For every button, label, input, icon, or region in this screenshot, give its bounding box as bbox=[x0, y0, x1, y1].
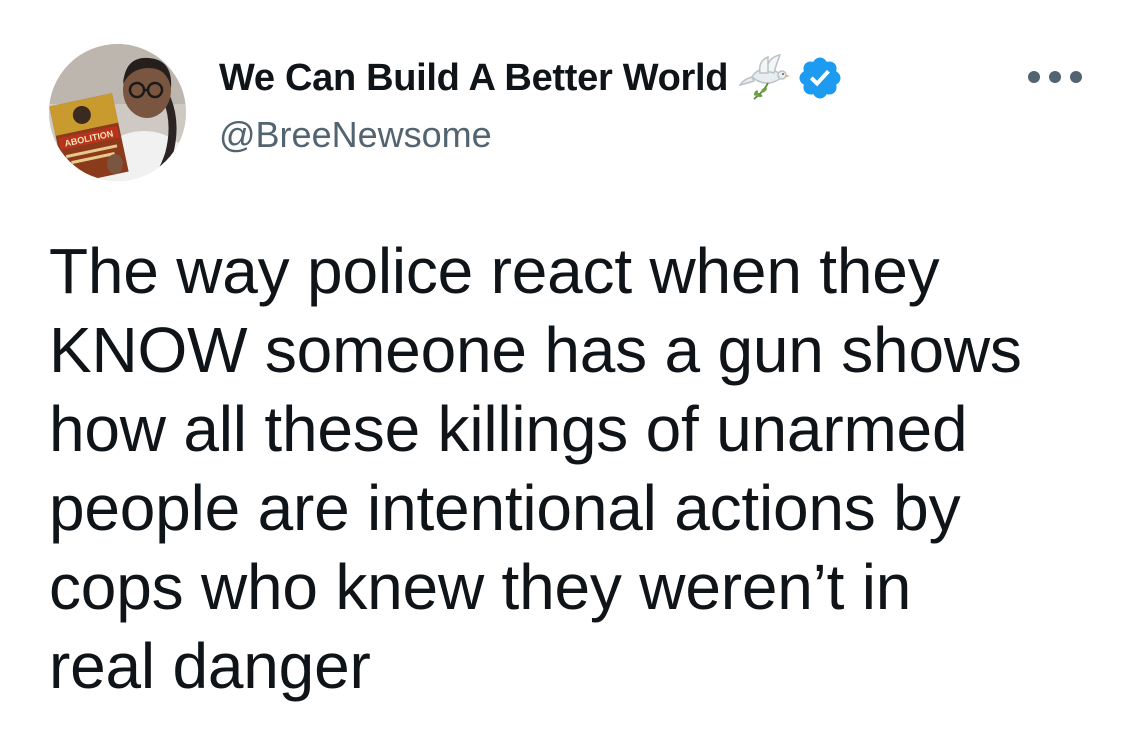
tweet-card: ABOLITION We Can Build A Better World @B… bbox=[0, 0, 1125, 748]
verified-badge-icon bbox=[796, 54, 844, 102]
tweet-text-line: people are intentional actions by bbox=[49, 472, 961, 544]
tweet-text-line: KNOW someone has a gun shows bbox=[49, 314, 1022, 386]
tweet-text-line: cops who knew they weren’t in bbox=[49, 551, 912, 623]
tweet-text-line: how all these killings of unarmed bbox=[49, 393, 968, 465]
dove-with-olive-branch-icon bbox=[738, 53, 792, 103]
tweet-text-line: The way police react when they bbox=[49, 235, 940, 307]
tweet-text-line: real danger bbox=[49, 630, 371, 702]
tweet-text: The way police react when they KNOW some… bbox=[49, 232, 1089, 706]
author-name-row[interactable]: We Can Build A Better World bbox=[219, 53, 844, 103]
more-options-icon bbox=[1028, 71, 1040, 83]
author-handle[interactable]: @BreeNewsome bbox=[219, 114, 492, 156]
avatar-image: ABOLITION bbox=[49, 44, 186, 181]
more-options-button[interactable] bbox=[1028, 62, 1082, 92]
avatar[interactable]: ABOLITION bbox=[49, 44, 186, 181]
author-display-name[interactable]: We Can Build A Better World bbox=[219, 57, 728, 100]
